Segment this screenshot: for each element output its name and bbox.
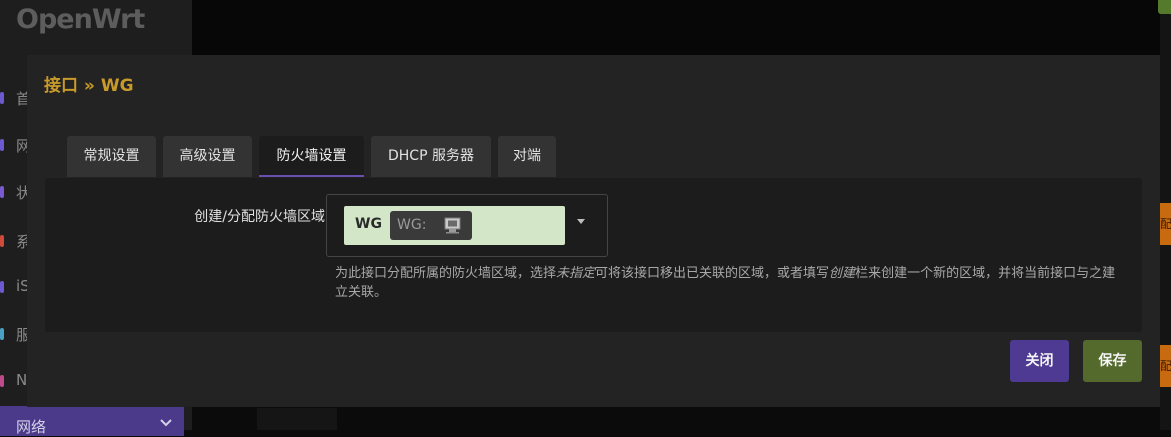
tab-firewall[interactable]: 防火墙设置 — [259, 136, 364, 177]
background-panel — [257, 408, 337, 430]
zone-name: WG — [355, 216, 382, 232]
close-button[interactable]: 关闭 — [1010, 340, 1069, 382]
sidebar-item-status[interactable]: 状 — [0, 180, 31, 204]
help-text-create: 创建 — [829, 266, 856, 281]
tab-advanced[interactable]: 高级设置 — [163, 136, 252, 177]
menu-bullet-icon — [0, 235, 4, 247]
interface-badge: WG: — [390, 211, 472, 240]
firewall-zone-select[interactable]: WG WG: — [326, 194, 608, 257]
firewall-zone-label: 创建/分配防火墙区域 — [194, 209, 325, 225]
firewall-zone-help: 为此接口分配所属的防火墙区域，选择未指定可将该接口移出已关联的区域，或者填写创建… — [335, 264, 1125, 302]
sidebar-item-network-active[interactable]: 网络 — [0, 406, 184, 436]
config-button[interactable]: 配 — [1160, 345, 1171, 387]
tab-dhcp[interactable]: DHCP 服务器 — [371, 136, 491, 177]
tab-general[interactable]: 常规设置 — [67, 136, 156, 177]
help-text-unspecified: 未指定 — [556, 266, 596, 281]
config-button[interactable]: 配 — [1160, 203, 1171, 245]
sidebar-item-system[interactable]: 系 — [0, 229, 31, 253]
sidebar-item-home[interactable]: 首 — [0, 86, 31, 110]
dropdown-arrow-icon[interactable] — [577, 219, 585, 224]
firewall-settings-panel: 创建/分配防火墙区域 WG WG: 为此接口分配所属的防火墙区域，选择未指定可将… — [45, 178, 1142, 332]
config-button-label: 配 — [1160, 217, 1171, 231]
menu-bullet-icon — [0, 186, 4, 198]
sidebar-item-n[interactable]: N — [0, 369, 30, 393]
logo: OpenWrt — [16, 4, 145, 35]
chevron-down-icon — [160, 416, 172, 430]
sidebar-item-label: N — [16, 371, 28, 389]
menu-bullet-icon — [0, 328, 4, 340]
sidebar-item-network[interactable]: 网 — [0, 133, 31, 157]
sidebar-item-label: 网络 — [16, 418, 47, 436]
help-text-part: 可将该接口移出已关联的区域，或者填写 — [595, 266, 830, 281]
menu-bullet-icon — [0, 375, 4, 387]
menu-bullet-icon — [0, 139, 4, 151]
sidebar-item-is[interactable]: iS — [0, 275, 30, 299]
menu-bullet-icon — [0, 92, 4, 104]
network-port-icon — [444, 217, 461, 234]
modal-title: 接口 » WG — [44, 76, 134, 96]
status-indicator — [1158, 0, 1171, 14]
interface-badge-label: WG: — [397, 217, 427, 233]
help-text-part: 为此接口分配所属的防火墙区域，选择 — [335, 266, 557, 281]
app-header — [192, 0, 1171, 55]
interface-edit-modal: 接口 » WG 常规设置 高级设置 防火墙设置 DHCP 服务器 对端 创建/分… — [27, 55, 1160, 407]
menu-bullet-icon — [0, 281, 4, 293]
zone-chip: WG WG: — [344, 206, 565, 245]
save-button[interactable]: 保存 — [1083, 340, 1142, 382]
config-button-label: 配 — [1160, 359, 1171, 373]
sidebar-item-services[interactable]: 服 — [0, 322, 31, 346]
tab-peers[interactable]: 对端 — [498, 136, 556, 177]
